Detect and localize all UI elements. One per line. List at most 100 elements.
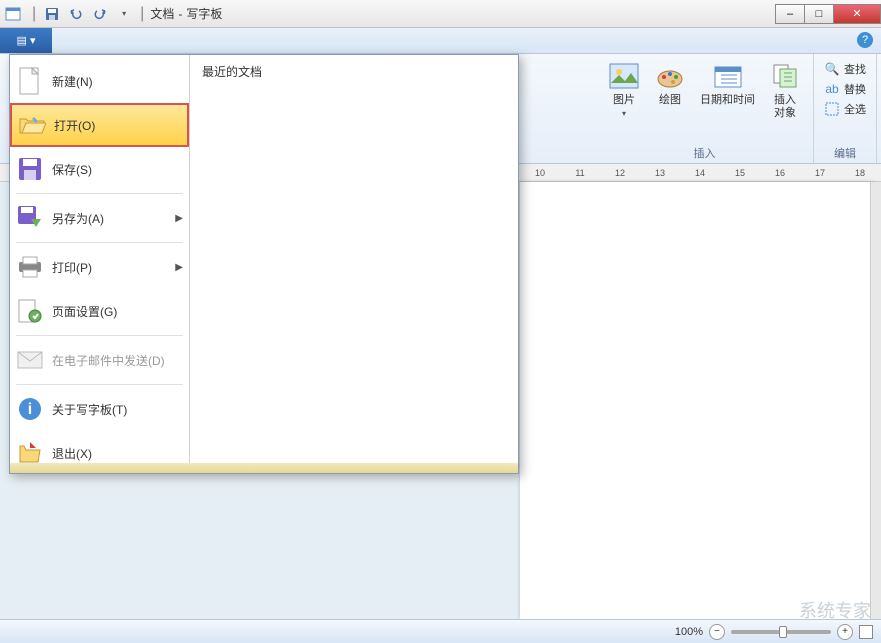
menu-item-email[interactable]: 在电子邮件中发送(D) bbox=[10, 338, 189, 382]
open-folder-icon bbox=[18, 111, 46, 139]
label: 查找 bbox=[844, 61, 866, 77]
menu-bottom-strip bbox=[10, 463, 518, 473]
datetime-button[interactable]: 日期和时间 bbox=[696, 58, 759, 122]
paint-icon bbox=[654, 60, 686, 92]
zoom-level: 100% bbox=[675, 626, 703, 638]
ruler-tick: 15 bbox=[720, 168, 760, 178]
menu-item-about[interactable]: i 关于写字板(T) bbox=[10, 387, 189, 431]
zoom-slider[interactable] bbox=[731, 630, 831, 634]
ruler-tick: 18 bbox=[840, 168, 880, 178]
label: 绘图 bbox=[659, 94, 681, 107]
label: 保存(S) bbox=[52, 161, 183, 178]
menu-item-print[interactable]: 打印(P) ▶ bbox=[10, 245, 189, 289]
svg-text:i: i bbox=[28, 401, 32, 418]
separator: | bbox=[32, 5, 36, 23]
menu-item-save[interactable]: 保存(S) bbox=[10, 147, 189, 191]
group-label: 插入 bbox=[694, 145, 716, 163]
label: 退出(X) bbox=[52, 445, 183, 462]
menu-item-pagesetup[interactable]: 页面设置(G) bbox=[10, 289, 189, 333]
selectall-button[interactable]: 全选 bbox=[822, 100, 868, 118]
qat-redo-button[interactable] bbox=[90, 4, 110, 24]
label: 全选 bbox=[844, 101, 866, 117]
qat-undo-button[interactable] bbox=[66, 4, 86, 24]
ribbon-group-insert: 图片 ▾ 绘图 日期和时间 插入 对象 插入 bbox=[596, 54, 814, 163]
quick-access-toolbar: ▾ bbox=[42, 4, 134, 24]
menu-separator bbox=[16, 193, 183, 194]
ribbon-tab-row: ▤ ▾ ? bbox=[0, 28, 881, 54]
ruler-tick: 11 bbox=[560, 168, 600, 178]
print-icon bbox=[16, 253, 44, 281]
ribbon-group-edit: 🔍 查找 ab 替换 全选 编辑 bbox=[814, 54, 877, 163]
zoom-slider-thumb[interactable] bbox=[779, 626, 787, 638]
file-menu: 新建(N) 打开(O) 保存(S) 另存为(A) ▶ 打印(P) ▶ 页面设置(… bbox=[9, 54, 519, 474]
new-document-icon bbox=[16, 67, 44, 95]
title-bar: | ▾ | 文档 - 写字板 – □ ✕ bbox=[0, 0, 881, 28]
insert-object-button[interactable]: 插入 对象 bbox=[765, 58, 805, 122]
label: 新建(N) bbox=[52, 73, 183, 90]
zoom-in-button[interactable]: + bbox=[837, 624, 853, 640]
document-page[interactable] bbox=[520, 182, 874, 619]
find-button[interactable]: 🔍 查找 bbox=[822, 60, 868, 78]
submenu-arrow-icon: ▶ bbox=[175, 213, 183, 224]
label: 关于写字板(T) bbox=[52, 401, 183, 418]
calendar-icon bbox=[712, 60, 744, 92]
recent-documents-title: 最近的文档 bbox=[202, 63, 506, 80]
file-menu-left-pane: 新建(N) 打开(O) 保存(S) 另存为(A) ▶ 打印(P) ▶ 页面设置(… bbox=[10, 55, 190, 473]
menu-separator bbox=[16, 242, 183, 243]
title-separator: - bbox=[178, 7, 182, 21]
menu-item-new[interactable]: 新建(N) bbox=[10, 59, 189, 103]
label: 另存为(A) bbox=[52, 210, 167, 227]
window-controls: – □ ✕ bbox=[776, 4, 881, 24]
label: 打开(O) bbox=[54, 117, 181, 134]
saveas-icon bbox=[16, 204, 44, 232]
status-bar: 100% − + bbox=[0, 619, 881, 643]
ruler-tick: 14 bbox=[680, 168, 720, 178]
save-icon bbox=[16, 155, 44, 183]
pagesetup-icon bbox=[16, 297, 44, 325]
document-title: 文档 bbox=[150, 5, 174, 22]
menu-separator bbox=[16, 384, 183, 385]
ruler-tick: 16 bbox=[760, 168, 800, 178]
menu-separator bbox=[16, 335, 183, 336]
group-label: 编辑 bbox=[834, 145, 856, 163]
label: 打印(P) bbox=[52, 259, 167, 276]
app-name: 写字板 bbox=[186, 5, 222, 22]
label: 插入 对象 bbox=[774, 94, 796, 120]
object-icon bbox=[769, 60, 801, 92]
info-icon: i bbox=[16, 395, 44, 423]
ruler-tick: 17 bbox=[800, 168, 840, 178]
qat-customize-dropdown[interactable]: ▾ bbox=[114, 4, 134, 24]
label: 替换 bbox=[844, 81, 866, 97]
submenu-arrow-icon: ▶ bbox=[175, 262, 183, 273]
replace-button[interactable]: ab 替换 bbox=[822, 80, 868, 98]
label: 图片 bbox=[613, 94, 635, 107]
menu-item-open[interactable]: 打开(O) bbox=[10, 103, 189, 147]
file-menu-right-pane: 最近的文档 bbox=[190, 55, 518, 473]
label: 页面设置(G) bbox=[52, 303, 183, 320]
zoom-dialog-button[interactable] bbox=[859, 625, 873, 639]
help-button[interactable]: ? bbox=[857, 32, 873, 48]
zoom-out-button[interactable]: − bbox=[709, 624, 725, 640]
separator: | bbox=[140, 5, 144, 23]
ruler-tick: 13 bbox=[640, 168, 680, 178]
picture-button[interactable]: 图片 ▾ bbox=[604, 58, 644, 122]
file-menu-icon: ▤ ▾ bbox=[17, 34, 36, 47]
find-icon: 🔍 bbox=[824, 61, 840, 77]
email-icon bbox=[16, 346, 44, 374]
label: 日期和时间 bbox=[700, 94, 755, 107]
maximize-button[interactable]: □ bbox=[804, 4, 834, 24]
app-icon bbox=[4, 5, 22, 23]
file-menu-tab[interactable]: ▤ ▾ bbox=[0, 28, 52, 53]
close-button[interactable]: ✕ bbox=[833, 4, 881, 24]
ruler-tick: 10 bbox=[520, 168, 560, 178]
minimize-button[interactable]: – bbox=[775, 4, 805, 24]
vertical-scrollbar[interactable] bbox=[870, 182, 881, 619]
menu-item-saveas[interactable]: 另存为(A) ▶ bbox=[10, 196, 189, 240]
replace-icon: ab bbox=[824, 81, 840, 97]
paint-button[interactable]: 绘图 bbox=[650, 58, 690, 122]
picture-icon bbox=[608, 60, 640, 92]
ruler-tick: 12 bbox=[600, 168, 640, 178]
chevron-down-icon: ▾ bbox=[622, 109, 626, 118]
label: 在电子邮件中发送(D) bbox=[52, 352, 183, 369]
qat-save-button[interactable] bbox=[42, 4, 62, 24]
